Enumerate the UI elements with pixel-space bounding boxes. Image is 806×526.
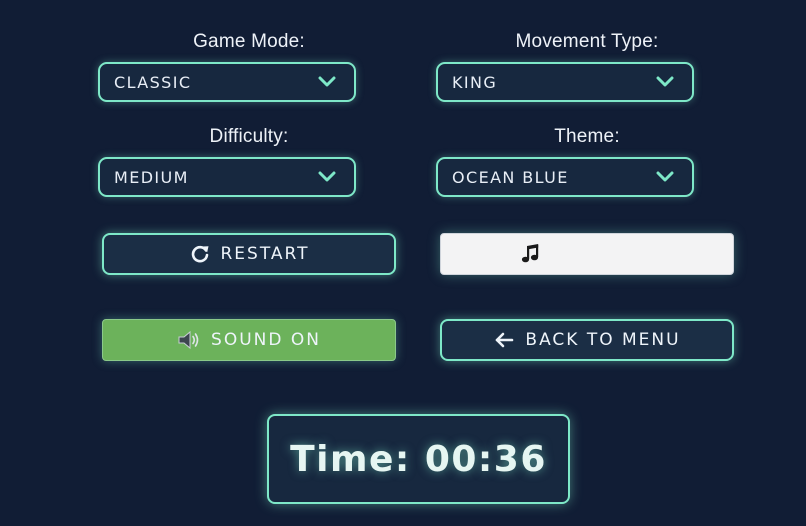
sound-toggle-button[interactable]: SOUND ON — [102, 319, 396, 361]
game-mode-label: Game Mode: — [193, 31, 305, 52]
chevron-down-icon — [318, 168, 336, 186]
timer-panel: Time: 00:36 — [267, 414, 570, 504]
speaker-icon — [177, 329, 201, 351]
movement-type-value: KING — [452, 72, 498, 92]
game-mode-select[interactable]: CLASSIC — [98, 62, 356, 102]
timer-text: Time: 00:36 — [290, 438, 547, 480]
movement-type-select[interactable]: KING — [436, 62, 694, 102]
theme-select[interactable]: OCEAN BLUE — [436, 157, 694, 197]
theme-label: Theme: — [554, 126, 620, 147]
restart-label: RESTART — [220, 244, 310, 264]
game-mode-value: CLASSIC — [114, 72, 192, 92]
chevron-down-icon — [318, 73, 336, 91]
arrow-left-icon — [493, 331, 515, 349]
music-note-icon — [521, 243, 541, 265]
chevron-down-icon — [656, 168, 674, 186]
back-to-menu-label: BACK TO MENU — [525, 330, 681, 350]
theme-value: OCEAN BLUE — [452, 167, 569, 187]
back-to-menu-button[interactable]: BACK TO MENU — [440, 319, 734, 361]
chevron-down-icon — [656, 73, 674, 91]
difficulty-value: MEDIUM — [114, 167, 189, 187]
difficulty-label: Difficulty: — [209, 126, 289, 147]
sound-label: SOUND ON — [211, 330, 321, 350]
movement-type-label: Movement Type: — [515, 31, 659, 52]
restart-button[interactable]: RESTART — [102, 233, 396, 275]
difficulty-select[interactable]: MEDIUM — [98, 157, 356, 197]
music-button[interactable] — [440, 233, 734, 275]
restart-icon — [189, 243, 211, 265]
